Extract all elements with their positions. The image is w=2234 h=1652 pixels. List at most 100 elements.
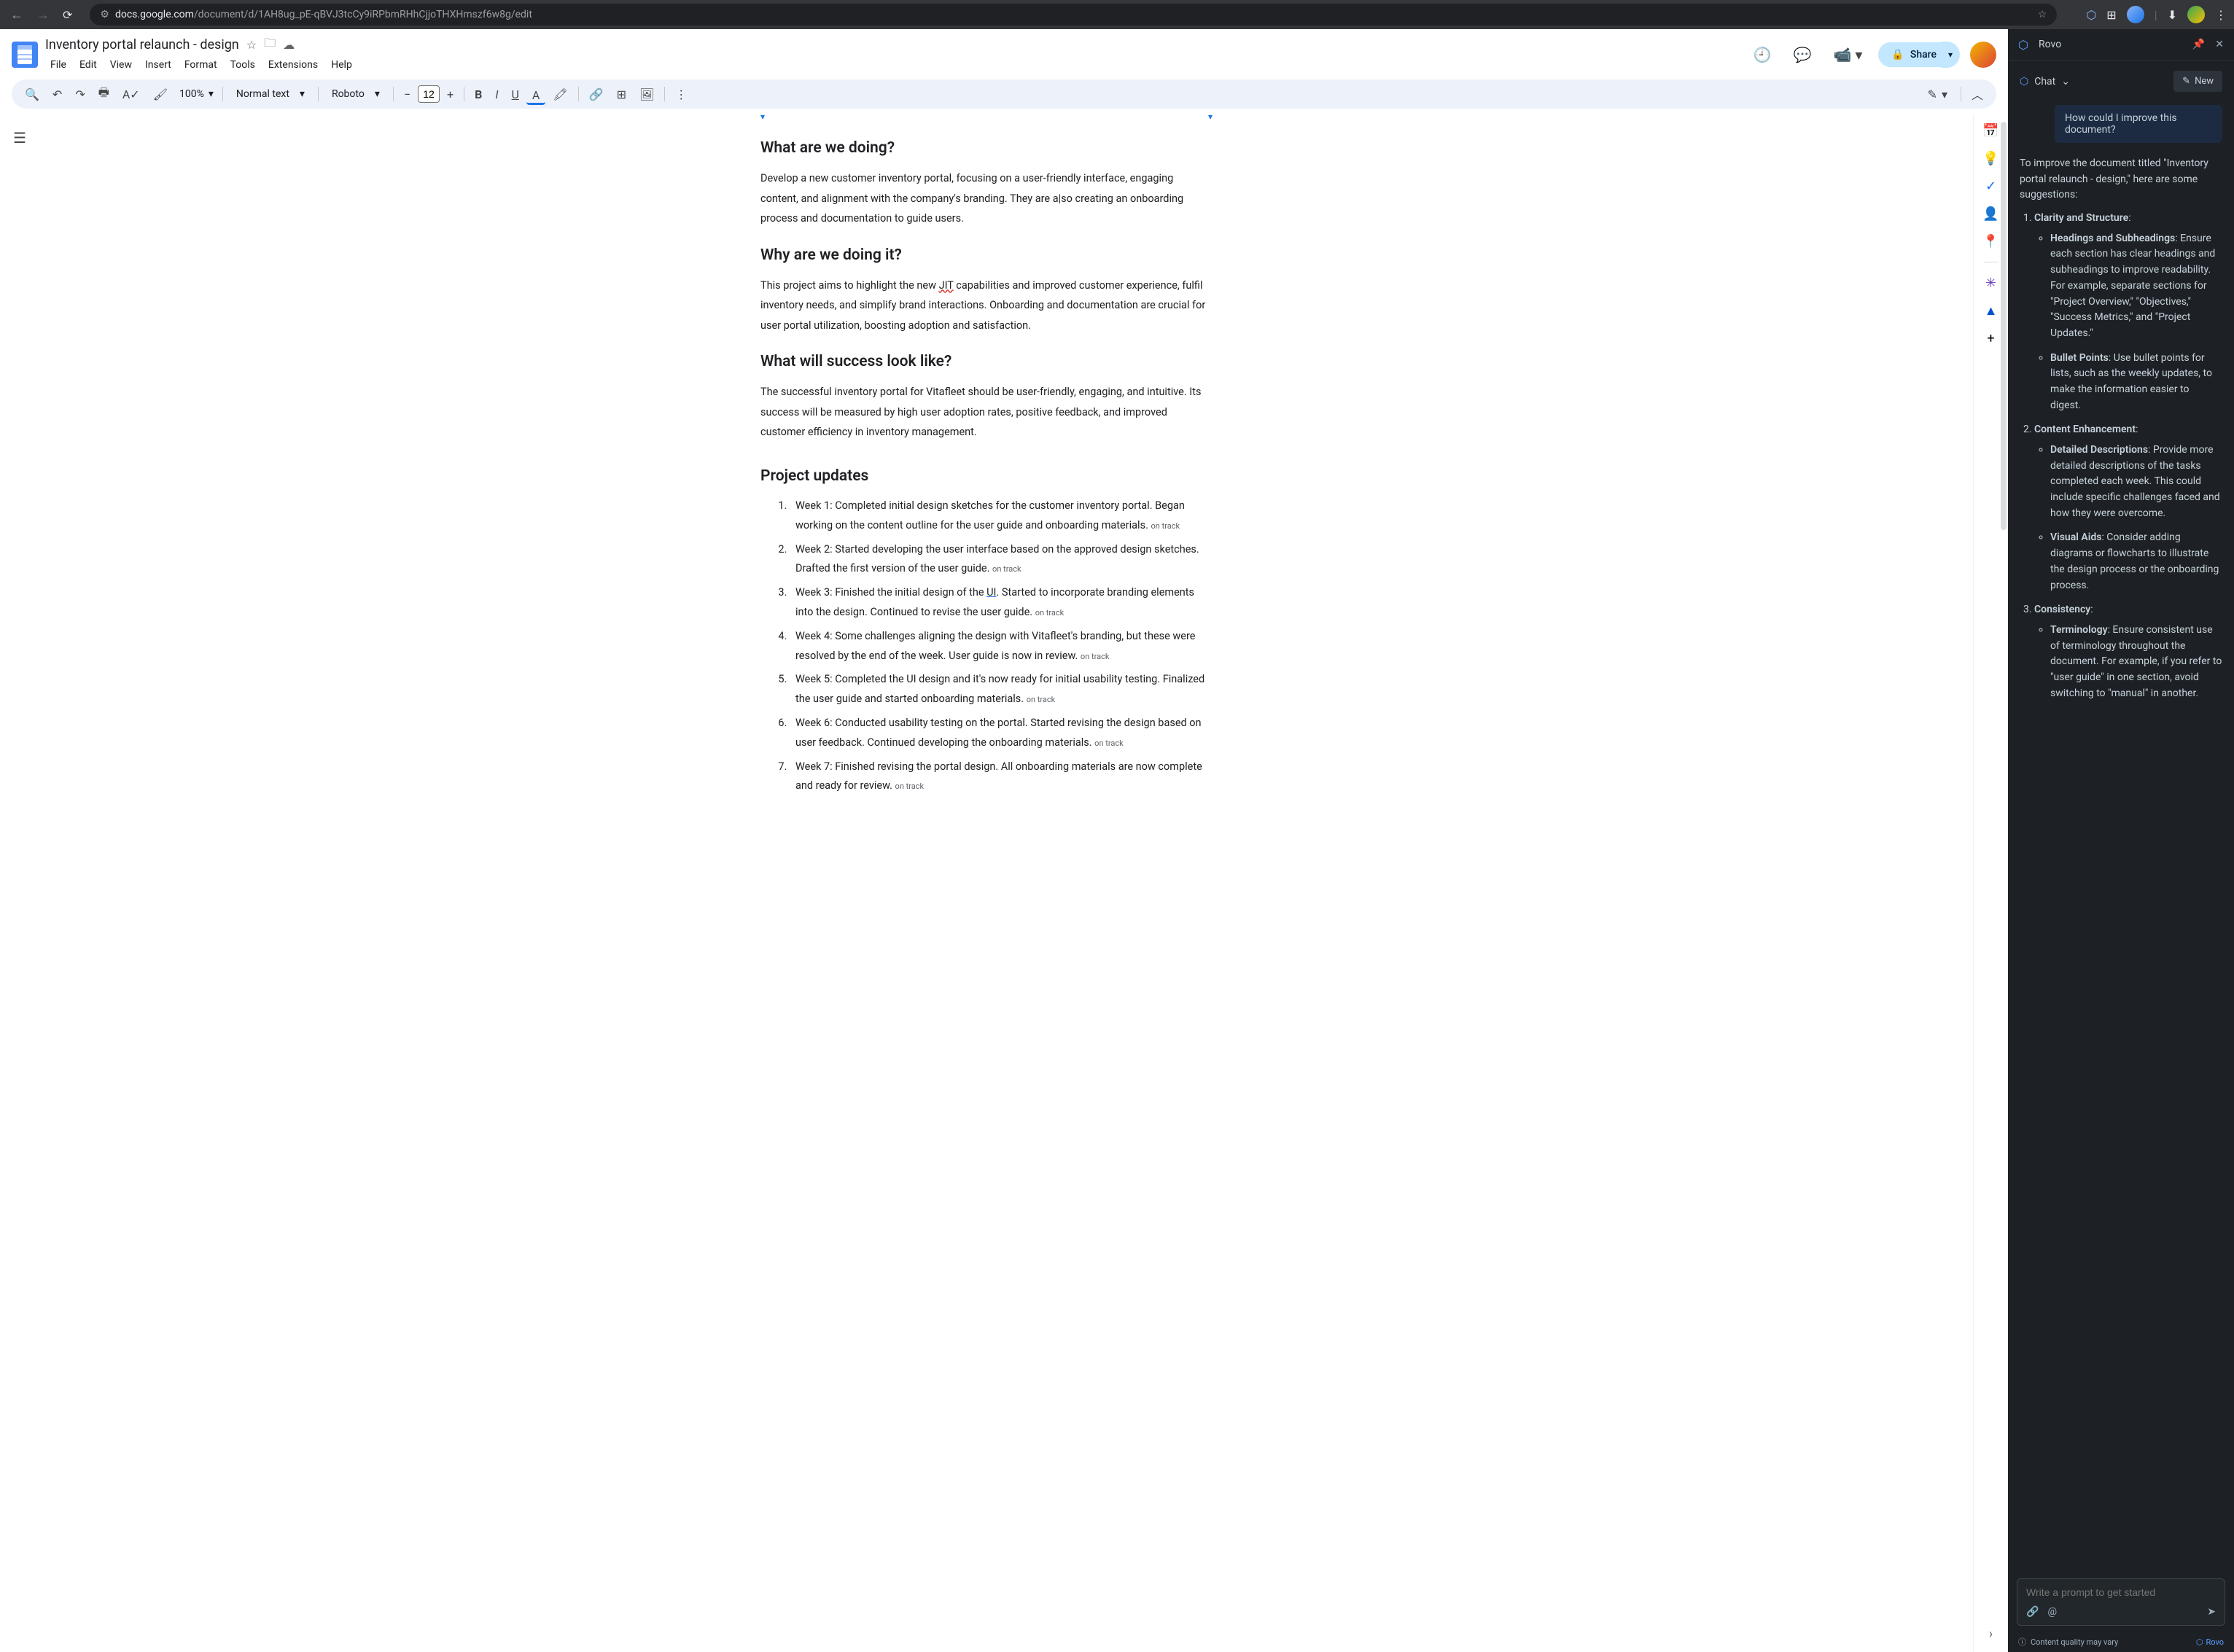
chevron-down-icon: ▾ xyxy=(1942,87,1947,101)
chevron-down-icon: ⌄ xyxy=(2061,76,2070,87)
url-path: /document/d/1AH8ug_pE-qBVJ3tcCy9iRPbmRHh… xyxy=(194,9,532,20)
link-icon[interactable]: 🔗 xyxy=(2026,1606,2039,1618)
search-icon[interactable]: 🔍 xyxy=(19,83,45,106)
quality-notice: Content quality may vary xyxy=(2031,1637,2118,1647)
editing-mode-select[interactable]: ✎ ▾ xyxy=(1919,83,1956,106)
rovo-brand-link[interactable]: ⬡ Rovo xyxy=(2196,1637,2224,1647)
meet-icon[interactable]: 📹 ▾ xyxy=(1828,40,1869,69)
list-item: Week 7: Finished revising the portal des… xyxy=(790,757,1213,797)
pin-icon[interactable]: 📌 xyxy=(2192,39,2205,50)
addon-icon[interactable]: ✳ xyxy=(1984,276,1998,290)
document-title[interactable]: Inventory portal relaunch - design xyxy=(45,37,239,52)
docs-logo-icon[interactable] xyxy=(12,42,38,68)
chrome-menu-icon[interactable]: ⋮ xyxy=(2215,8,2227,22)
rovo-conversation: How could I improve this document? To im… xyxy=(2008,102,2234,1571)
star-icon[interactable]: ☆ xyxy=(246,38,257,52)
ruler[interactable] xyxy=(760,114,1213,122)
send-icon[interactable]: ➤ xyxy=(2207,1606,2216,1618)
outline-toggle-icon[interactable]: ☰ xyxy=(13,129,26,147)
more-icon[interactable]: ⋮ xyxy=(669,83,693,106)
cloud-status-icon[interactable]: ☁ xyxy=(283,38,295,52)
add-addon-icon[interactable]: + xyxy=(1984,331,1998,346)
back-button[interactable]: ← xyxy=(7,4,26,26)
chrome-account-avatar[interactable] xyxy=(2187,6,2205,23)
heading: What will success look like? xyxy=(760,353,1213,370)
comments-icon[interactable]: 💬 xyxy=(1788,40,1818,69)
calendar-icon[interactable]: 📅 xyxy=(1984,123,1998,138)
close-icon[interactable]: ✕ xyxy=(2215,39,2224,50)
redo-icon[interactable]: ↷ xyxy=(69,83,90,106)
rovo-panel: ⬡ Rovo 📌 ✕ ⬡ Chat ⌄ ✎ New How could I im… xyxy=(2008,29,2234,1652)
font-size-input[interactable] xyxy=(418,85,440,103)
menu-edit[interactable]: Edit xyxy=(74,56,102,74)
paragraph-style-select[interactable]: Normal text ▾ xyxy=(227,85,314,103)
url-bar[interactable]: ⚙ docs.google.com/document/d/1AH8ug_pE-q… xyxy=(90,4,2057,26)
insert-link-icon[interactable]: 🔗 xyxy=(583,83,610,106)
download-icon[interactable]: ⬇ xyxy=(2168,8,2177,22)
maps-icon[interactable]: 📍 xyxy=(1984,234,1998,249)
atlassian-icon[interactable]: ▲ xyxy=(1984,303,1998,318)
paragraph: This project aims to highlight the new J… xyxy=(760,276,1213,336)
print-icon[interactable]: 🖶 xyxy=(93,80,115,109)
menu-bar: File Edit View Insert Format Tools Exten… xyxy=(45,56,357,74)
list-item: Week 4: Some challenges aligning the des… xyxy=(790,627,1213,666)
highlight-icon[interactable]: 🖍 xyxy=(547,83,573,106)
paint-format-icon[interactable]: 🖌 xyxy=(147,83,174,106)
history-icon[interactable]: 🕘 xyxy=(1748,40,1778,69)
extensions-icon[interactable]: ⊞ xyxy=(2106,8,2116,22)
tasks-icon[interactable]: ✓ xyxy=(1984,179,1998,193)
user-message: How could I improve this document? xyxy=(2055,105,2222,143)
pencil-icon: ✎ xyxy=(1928,87,1937,101)
mention-icon[interactable]: @ xyxy=(2047,1606,2057,1618)
undo-icon[interactable]: ↶ xyxy=(47,83,68,106)
account-avatar[interactable] xyxy=(1970,42,1996,68)
chrome-actions: ⬡ ⊞ | ⬇ ⋮ xyxy=(2086,6,2227,23)
share-label: Share xyxy=(1910,49,1937,61)
insert-image-icon[interactable]: 🖼 xyxy=(634,83,660,106)
underline-icon[interactable]: U xyxy=(506,83,525,106)
site-info-icon[interactable]: ⚙ xyxy=(100,9,109,20)
decrease-font-icon[interactable]: − xyxy=(398,83,416,106)
move-icon[interactable]: 🗀 xyxy=(264,35,276,55)
edit-icon: ✎ xyxy=(2182,76,2190,87)
menu-file[interactable]: File xyxy=(45,56,71,74)
list-item: Week 6: Conducted usability testing on t… xyxy=(790,714,1213,753)
menu-help[interactable]: Help xyxy=(326,56,357,74)
italic-icon[interactable]: I xyxy=(489,83,504,106)
extension-rovo-icon[interactable]: ⬡ xyxy=(2086,8,2096,22)
zoom-select[interactable]: 100% ▾ xyxy=(175,85,218,103)
reload-button[interactable]: ⟳ xyxy=(60,5,75,25)
menu-insert[interactable]: Insert xyxy=(140,56,176,74)
forward-button[interactable]: → xyxy=(34,4,52,26)
collapse-toolbar-icon[interactable]: ︿ xyxy=(1966,81,1989,107)
scrollbar[interactable] xyxy=(2001,122,2007,530)
menu-extensions[interactable]: Extensions xyxy=(263,56,323,74)
list-item: Week 3: Finished the initial design of t… xyxy=(790,583,1213,623)
font-select[interactable]: Roboto ▾ xyxy=(323,85,389,103)
chat-mode-select[interactable]: ⬡ Chat ⌄ xyxy=(2020,76,2070,87)
bold-icon[interactable]: B xyxy=(469,83,488,106)
spellcheck-icon[interactable]: A✓ xyxy=(117,83,146,106)
contacts-icon[interactable]: 👤 xyxy=(1984,206,1998,221)
docs-header: Inventory portal relaunch - design ☆ 🗀 ☁… xyxy=(0,29,2008,74)
menu-view[interactable]: View xyxy=(105,56,137,74)
text-color-icon[interactable]: A xyxy=(526,84,545,105)
rovo-logo-icon: ⬡ xyxy=(2018,38,2031,51)
url-domain: docs.google.com xyxy=(115,9,194,20)
rovo-title: Rovo xyxy=(2039,39,2061,50)
hide-sidepanel-icon[interactable]: › xyxy=(1989,1626,1993,1642)
add-comment-icon[interactable]: ⊞ xyxy=(611,83,632,106)
chrome-profile-avatar[interactable] xyxy=(2127,6,2144,23)
share-dropdown[interactable]: ▾ xyxy=(1941,42,1960,68)
menu-format[interactable]: Format xyxy=(179,56,222,74)
document-canvas[interactable]: What are we doing? Develop a new custome… xyxy=(0,114,1973,1652)
keep-icon[interactable]: 💡 xyxy=(1984,151,1998,165)
info-icon[interactable]: ⓘ xyxy=(2018,1636,2026,1648)
new-chat-button[interactable]: ✎ New xyxy=(2173,71,2222,92)
bookmark-star-icon[interactable]: ☆ xyxy=(2038,9,2047,20)
rovo-prompt-field[interactable] xyxy=(2026,1586,2216,1598)
share-button[interactable]: 🔒 Share xyxy=(1878,42,1950,67)
rovo-input[interactable]: 🔗 @ ➤ xyxy=(2017,1578,2225,1626)
menu-tools[interactable]: Tools xyxy=(225,56,260,74)
increase-font-icon[interactable]: + xyxy=(441,83,459,106)
